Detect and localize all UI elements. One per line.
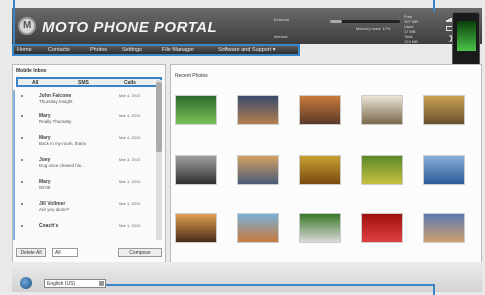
inbox-panel: Mobile Inbox All SMS Calls John Falcone T… [12, 64, 166, 264]
photo-thumbnail[interactable] [423, 95, 465, 125]
storage-stats: Free 107 MB Used 17 MB Total 124 MB [404, 14, 418, 44]
total-value: 124 MB [404, 39, 418, 44]
photo-thumbnail[interactable] [299, 213, 341, 243]
motorola-logo-icon [18, 17, 36, 35]
scrollbar-thumb[interactable] [156, 82, 162, 152]
inbox-tabs: All SMS Calls [16, 77, 162, 87]
message-date: Mar 1, 2010 [119, 179, 141, 184]
message-preview: Back in my room, thanx [39, 141, 87, 146]
photo-thumbnail[interactable] [299, 95, 341, 125]
bullet-icon [21, 159, 23, 161]
memory-fill [330, 20, 342, 23]
photo-thumbnail[interactable] [299, 155, 341, 185]
inbox-title: Mobile Inbox [16, 68, 47, 74]
photo-thumbnail[interactable] [423, 155, 465, 185]
photos-title: Recent Photos [175, 73, 208, 79]
bullet-icon [21, 95, 23, 97]
callout-line [106, 284, 433, 286]
app-header: MOTO PHONE PORTAL External Internal Memo… [12, 8, 482, 44]
photos-panel: Recent Photos [170, 64, 482, 264]
list-item[interactable]: John Falcone Thursday tonight Mar 4, 2010 [21, 91, 165, 107]
photo-thumbnail[interactable] [423, 213, 465, 243]
bullet-icon [21, 181, 23, 183]
tab-calls[interactable]: Calls [124, 80, 136, 86]
message-date: Mar 1, 2010 [119, 223, 141, 228]
photo-thumbnail[interactable] [175, 213, 217, 243]
tab-all[interactable]: All [32, 80, 38, 86]
callout-line [433, 0, 435, 12]
message-preview: Are you alone? [39, 207, 70, 212]
message-preview: 00:00 [39, 185, 51, 190]
delete-all-button[interactable]: Delete All [16, 248, 46, 257]
photo-thumbnail[interactable] [175, 95, 217, 125]
photo-thumbnail[interactable] [361, 155, 403, 185]
list-item[interactable]: Mary 00:00 Mar 1, 2010 [21, 177, 165, 193]
photo-thumbnail[interactable] [237, 155, 279, 185]
nav-settings[interactable]: Settings [122, 47, 142, 53]
inbox-toolbar: Delete All All Compose [12, 246, 166, 260]
photo-thumbnail[interactable] [237, 95, 279, 125]
callout-line [13, 90, 15, 240]
memory-used-text: Memory used: 17% [356, 26, 391, 31]
photo-thumbnail[interactable] [175, 155, 217, 185]
chevron-down-icon [99, 281, 104, 286]
callout-line [433, 284, 435, 295]
nav-contacts[interactable]: Contacts [48, 47, 70, 53]
inbox-scrollbar[interactable] [156, 80, 162, 240]
external-label: External [274, 17, 289, 22]
app-title: MOTO PHONE PORTAL [42, 19, 218, 36]
list-item[interactable]: Jill Vollmer Are you alone? Mar 1, 2010 [21, 199, 165, 215]
nav-file-manager[interactable]: File Manager [162, 47, 194, 53]
tab-sms[interactable]: SMS [78, 80, 89, 86]
compose-button[interactable]: Compose [118, 248, 162, 257]
internal-label: Internal [274, 34, 288, 39]
nav-photos[interactable]: Photos [90, 47, 107, 53]
bullet-icon [21, 115, 23, 117]
language-value: English (US) [47, 281, 76, 287]
phone-screen [457, 21, 476, 51]
language-select[interactable]: English (US) [44, 279, 106, 288]
message-list: John Falcone Thursday tonight Mar 4, 2010 … [21, 91, 165, 251]
bullet-icon [21, 137, 23, 139]
list-item[interactable]: Joey Dog once chased his... Mar 3, 2010 [21, 155, 165, 171]
message-date: Mar 4, 2010 [119, 93, 141, 98]
message-preview: Really Thursday [39, 119, 72, 124]
nav-home[interactable]: Home [17, 47, 32, 53]
message-preview: Dog once chased his... [39, 163, 85, 168]
nav-software-support[interactable]: Software and Support ▾ [218, 47, 276, 53]
message-date: Mar 1, 2010 [119, 201, 141, 206]
filter-value: All [55, 250, 61, 256]
photo-thumbnail[interactable] [237, 213, 279, 243]
list-item[interactable]: Mary Really Thursday Mar 4, 2010 [21, 111, 165, 127]
globe-icon [20, 277, 32, 289]
list-item[interactable]: Coach's Mar 1, 2010 [21, 221, 165, 237]
message-date: Mar 4, 2010 [119, 135, 141, 140]
bullet-icon [21, 225, 23, 227]
list-item[interactable]: Mary Back in my room, thanx Mar 4, 2010 [21, 133, 165, 149]
bullet-icon [21, 203, 23, 205]
photo-thumbnail[interactable] [361, 213, 403, 243]
main-nav: Home Contacts Photos Settings File Manag… [12, 44, 300, 56]
phone-preview[interactable] [452, 12, 480, 68]
callout-line [13, 0, 15, 46]
message-sender: Coach's [39, 223, 59, 229]
filter-select[interactable]: All [52, 248, 78, 257]
photo-thumbnail[interactable] [361, 95, 403, 125]
message-date: Mar 4, 2010 [119, 113, 141, 118]
memory-bar [330, 20, 400, 23]
message-date: Mar 3, 2010 [119, 157, 141, 162]
message-preview: Thursday tonight [39, 99, 73, 104]
